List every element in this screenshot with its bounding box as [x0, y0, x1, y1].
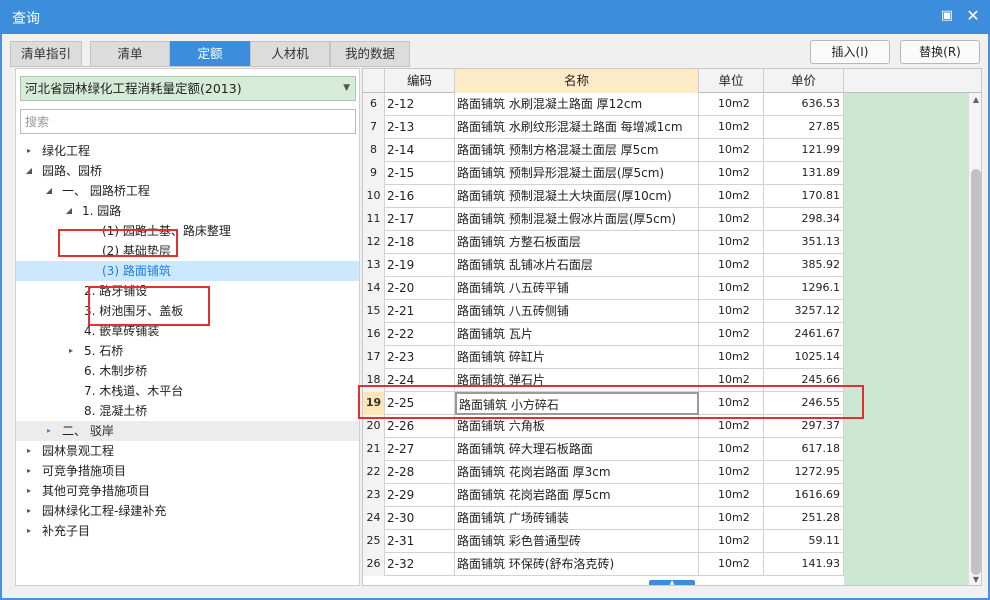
- price-fill-column: [844, 93, 968, 585]
- expand-icon[interactable]: ▸: [66, 341, 76, 361]
- table-row[interactable]: 6 2-12 路面铺筑 水刷混凝土路面 厚12cm 10m2 636.53: [363, 93, 844, 116]
- collapse-icon[interactable]: ◢: [44, 181, 54, 201]
- grid-header: 编码 名称 单位 单价: [363, 69, 981, 93]
- header-code[interactable]: 编码: [385, 69, 455, 93]
- dialog-body: 清单指引 清单 定额 人材机 我的数据 插入(I) 替换(R) 河北省园林绿化工…: [2, 34, 988, 598]
- scroll-down-icon[interactable]: ▼: [969, 573, 981, 585]
- library-pane: 河北省园林绿化工程消耗量定额(2013) ▼ ▸绿化工程 ◢园路、园桥 ◢一、 …: [15, 68, 360, 586]
- table-row[interactable]: 10 2-16 路面铺筑 预制混凝土大块面层(厚10cm) 10m2 170.81: [363, 185, 844, 208]
- tree-node-road[interactable]: ◢ 1. 园路: [16, 201, 359, 221]
- library-select[interactable]: 河北省园林绿化工程消耗量定额(2013) ▼: [20, 76, 356, 101]
- table-row[interactable]: 25 2-31 路面铺筑 彩色普通型砖 10m2 59.11: [363, 530, 844, 553]
- table-row[interactable]: 21 2-27 路面铺筑 碎大理石板路面 10m2 617.18: [363, 438, 844, 461]
- header-row-number: [363, 69, 385, 93]
- header-name[interactable]: 名称: [455, 69, 699, 93]
- expand-icon[interactable]: ▸: [24, 461, 34, 481]
- grid-rows: 6 2-12 路面铺筑 水刷混凝土路面 厚12cm 10m2 636.53 7 2-13 路…: [363, 93, 844, 576]
- expand-icon[interactable]: ▸: [24, 521, 34, 541]
- tree-node-concrete-bridge[interactable]: 8. 混凝土桥: [16, 401, 359, 421]
- tree-node-road-bridge[interactable]: ◢ 一、 园路桥工程: [16, 181, 359, 201]
- tree-node-other-measures[interactable]: ▸ 其他可竞争措施项目: [16, 481, 359, 501]
- tree-node-landscape[interactable]: ▸ 园林景观工程: [16, 441, 359, 461]
- tab-my-data[interactable]: 我的数据: [330, 41, 410, 67]
- collapse-icon[interactable]: ◢: [24, 161, 34, 181]
- table-row[interactable]: 18 2-24 路面铺筑 弹石片 10m2 245.66: [363, 369, 844, 392]
- tab-quota[interactable]: 定额: [170, 41, 250, 67]
- table-row[interactable]: 14 2-20 路面铺筑 八五砖平铺 10m2 1296.1: [363, 277, 844, 300]
- tree-node-base-layer[interactable]: (2) 基础垫层: [16, 241, 359, 261]
- tree-node-boardwalk[interactable]: 7. 木栈道、木平台: [16, 381, 359, 401]
- tree-node-garden-road[interactable]: ◢ 园路、园桥: [16, 161, 359, 181]
- tree-node-wood-bridge[interactable]: 6. 木制步桥: [16, 361, 359, 381]
- expand-icon[interactable]: ▸: [24, 501, 34, 521]
- tree-node-curb[interactable]: 2. 路牙铺设: [16, 281, 359, 301]
- table-row[interactable]: 15 2-21 路面铺筑 八五砖侧铺 10m2 3257.12: [363, 300, 844, 323]
- expand-icon[interactable]: ▸: [24, 141, 34, 161]
- table-row[interactable]: 17 2-23 路面铺筑 碎缸片 10m2 1025.14: [363, 346, 844, 369]
- table-row[interactable]: 9 2-15 路面铺筑 预制异形混凝土面层(厚5cm) 10m2 131.89: [363, 162, 844, 185]
- tree-node-subgrade[interactable]: (1) 园路土基、路床整理: [16, 221, 359, 241]
- dropdown-arrow-icon[interactable]: ▼: [343, 77, 350, 100]
- table-row[interactable]: 13 2-19 路面铺筑 乱铺冰片石面层 10m2 385.92: [363, 254, 844, 277]
- vertical-scrollbar[interactable]: ▲ ▼: [968, 93, 981, 585]
- header-unit[interactable]: 单位: [699, 69, 764, 93]
- panel-toggle-handle[interactable]: ▲: [649, 580, 695, 585]
- search-input[interactable]: [20, 109, 356, 134]
- scroll-up-icon[interactable]: ▲: [969, 93, 981, 107]
- title-bar: 查询 ▣ ✕: [0, 0, 990, 34]
- table-row[interactable]: 8 2-14 路面铺筑 预制方格混凝土面层 厚5cm 10m2 121.99: [363, 139, 844, 162]
- table-row[interactable]: 23 2-29 路面铺筑 花岗岩路面 厚5cm 10m2 1616.69: [363, 484, 844, 507]
- tab-underline: [10, 66, 410, 67]
- expand-icon[interactable]: ▸: [24, 481, 34, 501]
- expand-icon[interactable]: ▸: [44, 421, 54, 441]
- table-row[interactable]: 24 2-30 路面铺筑 广场砖铺装 10m2 251.28: [363, 507, 844, 530]
- table-row[interactable]: 22 2-28 路面铺筑 花岗岩路面 厚3cm 10m2 1272.95: [363, 461, 844, 484]
- tab-materials[interactable]: 人材机: [250, 41, 330, 67]
- tree-node-grass-brick[interactable]: 4. 嵌草砖铺装: [16, 321, 359, 341]
- close-icon[interactable]: ✕: [964, 7, 982, 25]
- tree-node-stone-bridge[interactable]: ▸ 5. 石桥: [16, 341, 359, 361]
- window-title: 查询: [12, 11, 40, 27]
- table-row[interactable]: 20 2-26 路面铺筑 六角板 10m2 297.37: [363, 415, 844, 438]
- table-row[interactable]: 7 2-13 路面铺筑 水刷纹形混凝土路面 每增减1cm 10m2 27.85: [363, 116, 844, 139]
- table-row[interactable]: 26 2-32 路面铺筑 环保砖(舒布洛克砖) 10m2 141.93: [363, 553, 844, 576]
- tab-list[interactable]: 清单: [90, 41, 170, 67]
- maximize-icon[interactable]: ▣: [938, 7, 956, 25]
- collapse-icon[interactable]: ◢: [64, 201, 74, 221]
- tree-node-supplement[interactable]: ▸ 补充子目: [16, 521, 359, 541]
- quota-tree: ▸ 绿化工程 ◢ 园路、园桥 ◢ 一、 园路桥工程 ◢ 1. 园路 (1) 园路土基、路…: [16, 141, 359, 541]
- expand-icon[interactable]: ▸: [24, 441, 34, 461]
- tab-list-guide[interactable]: 清单指引: [10, 41, 82, 67]
- insert-button[interactable]: 插入(I): [810, 40, 890, 64]
- table-row[interactable]: 11 2-17 路面铺筑 预制混凝土假冰片面层(厚5cm) 10m2 298.34: [363, 208, 844, 231]
- table-row[interactable]: 16 2-22 路面铺筑 瓦片 10m2 2461.67: [363, 323, 844, 346]
- tree-node-competitive-measures[interactable]: ▸ 可竞争措施项目: [16, 461, 359, 481]
- quota-grid: 编码 名称 单位 单价 6 2-12 路面铺筑 水刷混凝土路面 厚12cm 10m2 6…: [362, 68, 982, 586]
- table-row[interactable]: 12 2-18 路面铺筑 方整石板面层 10m2 351.13: [363, 231, 844, 254]
- library-select-value: 河北省园林绿化工程消耗量定额(2013): [25, 81, 242, 96]
- tree-node-greening[interactable]: ▸ 绿化工程: [16, 141, 359, 161]
- tree-node-revetment[interactable]: ▸ 二、 驳岸: [16, 421, 359, 441]
- replace-button[interactable]: 替换(R): [900, 40, 980, 64]
- tree-node-green-building[interactable]: ▸ 园林绿化工程-绿建补充: [16, 501, 359, 521]
- table-row-current[interactable]: 19 2-25 路面铺筑 小方碎石 10m2 246.55: [363, 392, 844, 415]
- scrollbar-thumb[interactable]: [971, 169, 981, 575]
- tree-node-pavement[interactable]: (3) 路面铺筑: [16, 261, 359, 281]
- header-price[interactable]: 单价: [764, 69, 844, 93]
- tree-node-tree-pit[interactable]: 3. 树池围牙、盖板: [16, 301, 359, 321]
